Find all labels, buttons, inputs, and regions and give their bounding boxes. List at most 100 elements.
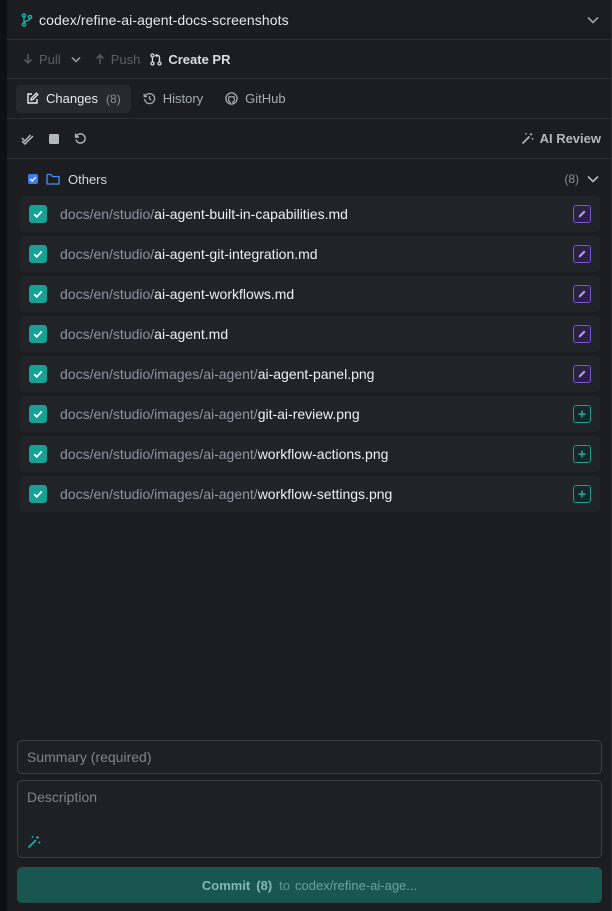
- file-path: docs/en/studio/images/ai-agent/workflow-…: [60, 446, 388, 462]
- tab-history[interactable]: History: [133, 85, 213, 113]
- file-row[interactable]: docs/en/studio/images/ai-agent/workflow-…: [20, 436, 600, 472]
- description-input[interactable]: Description: [17, 780, 602, 858]
- push-button[interactable]: Push: [95, 51, 141, 67]
- file-name: ai-agent.md: [154, 326, 229, 342]
- edit-icon: [26, 92, 39, 105]
- pull-request-icon: [150, 52, 162, 66]
- file-dir: docs/en/studio/images/ai-agent/: [60, 486, 258, 502]
- file-row-main: docs/en/studio/ai-agent-workflows.md: [29, 285, 294, 303]
- summary-input[interactable]: Summary (required): [17, 740, 602, 774]
- file-row-main: docs/en/studio/ai-agent-built-in-capabil…: [29, 205, 348, 223]
- changes-actions-bar: AI Review: [7, 119, 611, 159]
- file-checkbox[interactable]: [29, 405, 47, 423]
- pencil-icon[interactable]: [573, 245, 591, 263]
- tab-github-label: GitHub: [245, 91, 286, 106]
- pencil-icon[interactable]: [573, 325, 591, 343]
- file-checkbox[interactable]: [29, 205, 47, 223]
- pull-button[interactable]: Pull: [23, 52, 61, 67]
- group-title: Others: [28, 172, 107, 187]
- push-label: Push: [110, 51, 141, 67]
- file-row[interactable]: docs/en/studio/ai-agent-git-integration.…: [20, 236, 600, 272]
- file-dir: docs/en/studio/: [60, 246, 155, 262]
- file-path: docs/en/studio/images/ai-agent/workflow-…: [60, 486, 392, 502]
- pull-label: Pull: [39, 51, 61, 67]
- chevron-down-icon[interactable]: [587, 16, 599, 24]
- file-row[interactable]: docs/en/studio/images/ai-agent/workflow-…: [20, 476, 600, 512]
- file-name: git-ai-review.png: [257, 406, 360, 422]
- pencil-icon[interactable]: [573, 285, 591, 303]
- file-row[interactable]: docs/en/studio/images/ai-agent/git-ai-re…: [20, 396, 600, 432]
- source-control-panel: codex/refine-ai-agent-docs-screenshots P…: [0, 0, 612, 911]
- branch-info: codex/refine-ai-agent-docs-screenshots: [21, 12, 289, 28]
- file-name: ai-agent-workflows.md: [154, 286, 295, 302]
- magic-wand-icon[interactable]: [27, 835, 41, 849]
- file-checkbox[interactable]: [29, 485, 47, 503]
- tab-history-label: History: [162, 91, 204, 106]
- pencil-icon[interactable]: [573, 365, 591, 383]
- stop-icon[interactable]: [48, 133, 60, 145]
- tab-github[interactable]: GitHub: [215, 85, 295, 113]
- pencil-icon[interactable]: [573, 205, 591, 223]
- ai-review-label: AI Review: [539, 131, 601, 146]
- file-name: workflow-actions.png: [257, 446, 389, 462]
- group-header-others[interactable]: Others (8): [7, 162, 611, 196]
- file-checkbox[interactable]: [29, 325, 47, 343]
- file-checkbox[interactable]: [29, 245, 47, 263]
- file-row[interactable]: docs/en/studio/ai-agent.md: [20, 316, 600, 352]
- plus-icon[interactable]: [573, 445, 591, 463]
- file-row-main: docs/en/studio/ai-agent-git-integration.…: [29, 245, 318, 263]
- file-row-main: docs/en/studio/ai-agent.md: [29, 325, 228, 343]
- changed-files-list: docs/en/studio/ai-agent-built-in-capabil…: [20, 196, 600, 516]
- file-dir: docs/en/studio/: [60, 206, 155, 222]
- undo-icon[interactable]: [74, 132, 87, 145]
- plus-icon[interactable]: [573, 485, 591, 503]
- history-icon: [143, 92, 156, 105]
- file-row[interactable]: docs/en/studio/images/ai-agent/ai-agent-…: [20, 356, 600, 392]
- summary-placeholder: Summary (required): [27, 749, 152, 765]
- bulk-actions: [21, 132, 101, 145]
- folder-icon: [46, 173, 60, 185]
- create-pr-label: Create PR: [168, 51, 231, 67]
- sync-toolbar: Pull Push Create PR: [7, 40, 611, 79]
- file-checkbox[interactable]: [29, 365, 47, 383]
- file-row[interactable]: docs/en/studio/ai-agent-workflows.md: [20, 276, 600, 312]
- tab-bar: Changes (8) History GitHub: [7, 79, 611, 119]
- arrow-down-icon: [23, 53, 33, 65]
- pull-options-chevron-icon[interactable]: [71, 56, 81, 63]
- file-path: docs/en/studio/ai-agent.md: [60, 326, 228, 342]
- description-placeholder: Description: [27, 789, 98, 805]
- file-dir: docs/en/studio/images/ai-agent/: [60, 446, 258, 462]
- create-pr-button[interactable]: Create PR: [150, 52, 230, 67]
- tab-changes[interactable]: Changes (8): [16, 84, 131, 113]
- commit-label: Commit: [201, 877, 251, 893]
- double-check-icon[interactable]: [21, 133, 34, 145]
- branch-header[interactable]: codex/refine-ai-agent-docs-screenshots: [7, 0, 611, 40]
- file-checkbox[interactable]: [29, 285, 47, 303]
- group-label: Others: [68, 171, 108, 187]
- commit-button[interactable]: Commit (8) to codex/refine-ai-age...: [17, 867, 602, 903]
- file-row-main: docs/en/studio/images/ai-agent/workflow-…: [29, 445, 388, 463]
- commit-to: to: [279, 877, 290, 893]
- file-name: ai-agent-built-in-capabilities.md: [154, 206, 348, 222]
- file-path: docs/en/studio/ai-agent-git-integration.…: [60, 246, 318, 262]
- ai-review-button[interactable]: AI Review: [521, 131, 601, 146]
- group-meta: (8): [564, 172, 599, 186]
- file-path: docs/en/studio/ai-agent-workflows.md: [60, 286, 294, 302]
- github-icon: [225, 92, 238, 105]
- file-dir: docs/en/studio/: [60, 286, 155, 302]
- group-checkbox[interactable]: [28, 174, 38, 184]
- commit-count: (8): [256, 877, 273, 893]
- file-path: docs/en/studio/images/ai-agent/git-ai-re…: [60, 406, 360, 422]
- file-row-main: docs/en/studio/images/ai-agent/workflow-…: [29, 485, 392, 503]
- file-checkbox[interactable]: [29, 445, 47, 463]
- chevron-down-icon[interactable]: [587, 175, 599, 183]
- commit-target-branch: codex/refine-ai-age...: [295, 877, 418, 893]
- git-branch-icon: [21, 12, 33, 27]
- file-row[interactable]: docs/en/studio/ai-agent-built-in-capabil…: [20, 196, 600, 232]
- file-dir: docs/en/studio/: [60, 326, 155, 342]
- tab-changes-count: (8): [106, 91, 121, 106]
- plus-icon[interactable]: [573, 405, 591, 423]
- arrow-up-icon: [95, 53, 105, 65]
- group-count: (8): [564, 172, 579, 186]
- file-name: ai-agent-panel.png: [257, 366, 375, 382]
